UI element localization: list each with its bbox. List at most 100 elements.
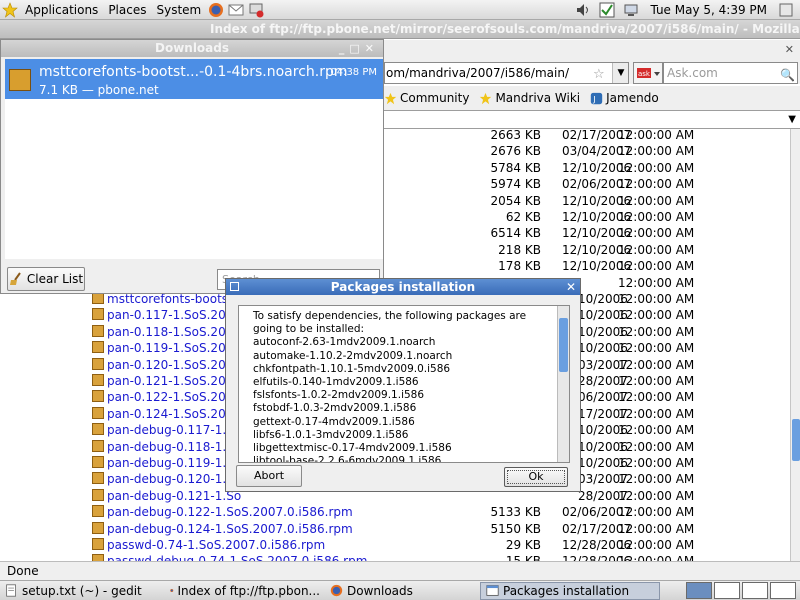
firefox-icon: [330, 584, 343, 597]
rpm-file-icon: [92, 554, 104, 561]
file-time: 12:00:00 AM: [618, 160, 695, 175]
network-status-icon[interactable]: [623, 2, 639, 18]
package-list: autoconf-2.63-1mdv2009.1.noarch automake-…: [253, 336, 553, 463]
dialog-titlebar[interactable]: Packages installation ✕: [226, 279, 580, 295]
download-item[interactable]: msttcorefonts-bootst...-0.1-4brs.noarch.…: [5, 59, 383, 99]
page-scrollbar[interactable]: [790, 129, 800, 561]
dialog-title: Packages installation: [330, 280, 476, 294]
navigation-toolbar: om/mandriva/2007/i586/main/ ☆ ▼ ask Ask.…: [384, 62, 800, 84]
file-time: 12:00:00 AM: [618, 259, 695, 274]
file-time: 12:00:00 AM: [618, 374, 695, 388]
broom-icon: [9, 272, 21, 285]
file-link[interactable]: pan-debug-0.124-1.SoS.2007.0.i586.rpm: [92, 521, 353, 536]
file-time: 12:00:00 AM: [618, 242, 695, 257]
clear-list-label: Clear List: [26, 272, 84, 286]
system-menu[interactable]: System: [151, 0, 206, 20]
workspace-pager: [686, 582, 800, 599]
mandriva-star-icon[interactable]: [2, 1, 18, 18]
applications-menu[interactable]: Applications: [20, 0, 103, 20]
file-link[interactable]: pan-debug-0.119-1.So: [92, 456, 241, 470]
bookmark-community[interactable]: Community: [384, 91, 469, 105]
places-menu[interactable]: Places: [103, 0, 151, 20]
file-link[interactable]: pan-0.118-1.SoS.2007.: [92, 324, 245, 339]
file-time: 12:00:00 AM: [618, 456, 695, 470]
task-downloads[interactable]: Downloads: [325, 582, 480, 600]
package-item: libtool-base-2.2.6-6mdv2009.1.i586: [253, 455, 442, 463]
dependency-text-area[interactable]: To satisfy dependencies, the following p…: [238, 305, 570, 463]
dialog-scrollbar-thumb[interactable]: [559, 318, 568, 372]
file-name: pan-debug-0.117-1.So: [107, 423, 242, 438]
update-check-icon[interactable]: [599, 2, 615, 18]
abort-button[interactable]: Abort: [236, 465, 302, 487]
dialog-close-icon[interactable]: ✕: [566, 279, 576, 295]
file-link[interactable]: pan-0.121-1.SoS.2007.: [92, 374, 245, 388]
file-link[interactable]: pan-0.119-1.SoS.2007.: [92, 341, 245, 355]
window-menu-icon[interactable]: [230, 282, 239, 291]
mandriva-star-icon: [480, 92, 492, 104]
file-link[interactable]: pan-debug-0.117-1.So: [92, 423, 241, 437]
clear-list-button[interactable]: Clear List: [7, 267, 85, 291]
file-link[interactable]: pan-0.124-1.SoS.2007.: [92, 406, 245, 421]
rpm-file-icon: [92, 308, 104, 321]
url-history-dropdown-icon[interactable]: ▼: [612, 63, 628, 83]
file-size: 2054 KB: [490, 193, 541, 208]
file-link[interactable]: pan-0.122-1.SoS.2007.: [92, 390, 245, 404]
file-time: 12:00:00 AM: [618, 423, 695, 438]
workspace-2[interactable]: [714, 582, 740, 599]
file-time: 12:00:00 AM: [618, 521, 695, 536]
file-link[interactable]: pan-debug-0.121-1.So: [92, 488, 241, 503]
firefox-launcher-icon[interactable]: [208, 2, 224, 18]
file-time: 12:00:00 AM: [618, 193, 695, 208]
window-controls-icon[interactable]: _□✕: [339, 40, 379, 57]
package-item: libgettextmisc-0.17-4mdv2009.1.i586: [253, 442, 452, 455]
file-link[interactable]: pan-debug-0.120-1.So: [92, 472, 241, 486]
bookmark-star-icon[interactable]: ☆: [593, 65, 609, 82]
file-time: 12:00:00 AM: [618, 554, 694, 561]
file-link[interactable]: pan-0.117-1.SoS.2007.: [92, 308, 245, 322]
mandriva-star-icon: [384, 92, 397, 104]
packages-installation-dialog: Packages installation ✕ To satisfy depen…: [225, 278, 581, 492]
ok-button[interactable]: Ok: [504, 467, 568, 487]
close-tab-icon[interactable]: ✕: [785, 43, 794, 56]
file-time: 12:00:00 AM: [618, 129, 695, 142]
status-bar: Done: [0, 561, 800, 580]
file-link[interactable]: passwd-debug-0.74-1.SoS.2007.0.i586.rpm: [92, 554, 367, 561]
firefox-menu-toolbar: ✕: [384, 40, 800, 62]
rpm-file-icon: [92, 357, 104, 370]
volume-icon[interactable]: [575, 2, 591, 18]
file-link[interactable]: pan-debug-0.122-1.SoS.2007.0.i586.rpm: [92, 505, 353, 519]
file-link[interactable]: msttcorefonts-bootst: [92, 292, 233, 306]
task-packages-installation[interactable]: Packages installation: [480, 581, 660, 600]
gedit-icon: [6, 584, 16, 597]
file-link[interactable]: passwd-0.74-1.SoS.2007.0.i586.rpm: [92, 538, 325, 552]
dialog-scrollbar[interactable]: [557, 306, 569, 462]
page-scrollbar-thumb[interactable]: [792, 419, 800, 461]
rpm-file-icon: [92, 374, 104, 386]
network-launcher-icon[interactable]: [248, 2, 264, 18]
file-time: 12:00:00 AM: [618, 226, 695, 241]
file-link[interactable]: pan-0.120-1.SoS.2007.: [92, 357, 245, 372]
file-link[interactable]: pan-debug-0.118-1.So: [92, 439, 241, 454]
workspace-3[interactable]: [742, 582, 768, 599]
file-time: 12:00:00 AM: [618, 357, 695, 372]
logout-icon[interactable]: [778, 2, 794, 18]
task-label: Packages installation: [503, 583, 630, 598]
rpm-file-icon: [92, 488, 104, 501]
downloads-titlebar[interactable]: Downloads _□✕: [1, 40, 383, 57]
bookmark-label: Jamendo: [606, 91, 659, 105]
top-panel: Applications Places System Tue May 5, 4:…: [0, 0, 800, 20]
mail-launcher-icon[interactable]: [228, 2, 244, 18]
search-magnifier-icon[interactable]: 🔍: [780, 65, 795, 85]
url-bar[interactable]: om/mandriva/2007/i586/main/ ☆ ▼: [384, 62, 629, 84]
clock[interactable]: Tue May 5, 4:39 PM: [645, 0, 772, 20]
task-gedit[interactable]: setup.txt (~) - gedit: [0, 582, 165, 600]
workspace-4[interactable]: [770, 582, 796, 599]
workspace-1[interactable]: [686, 582, 712, 599]
bookmark-jamendo[interactable]: J Jamendo: [590, 91, 659, 105]
tab-list-dropdown-icon[interactable]: ▼: [788, 114, 796, 125]
rpm-file-icon: [92, 538, 104, 550]
bookmark-mandriva-wiki[interactable]: Mandriva Wiki: [479, 91, 580, 105]
search-engine-selector[interactable]: ask: [633, 62, 663, 84]
task-firefox[interactable]: Index of ftp://ftp.pbon...: [165, 582, 325, 600]
search-input[interactable]: Ask.com 🔍: [663, 62, 798, 84]
